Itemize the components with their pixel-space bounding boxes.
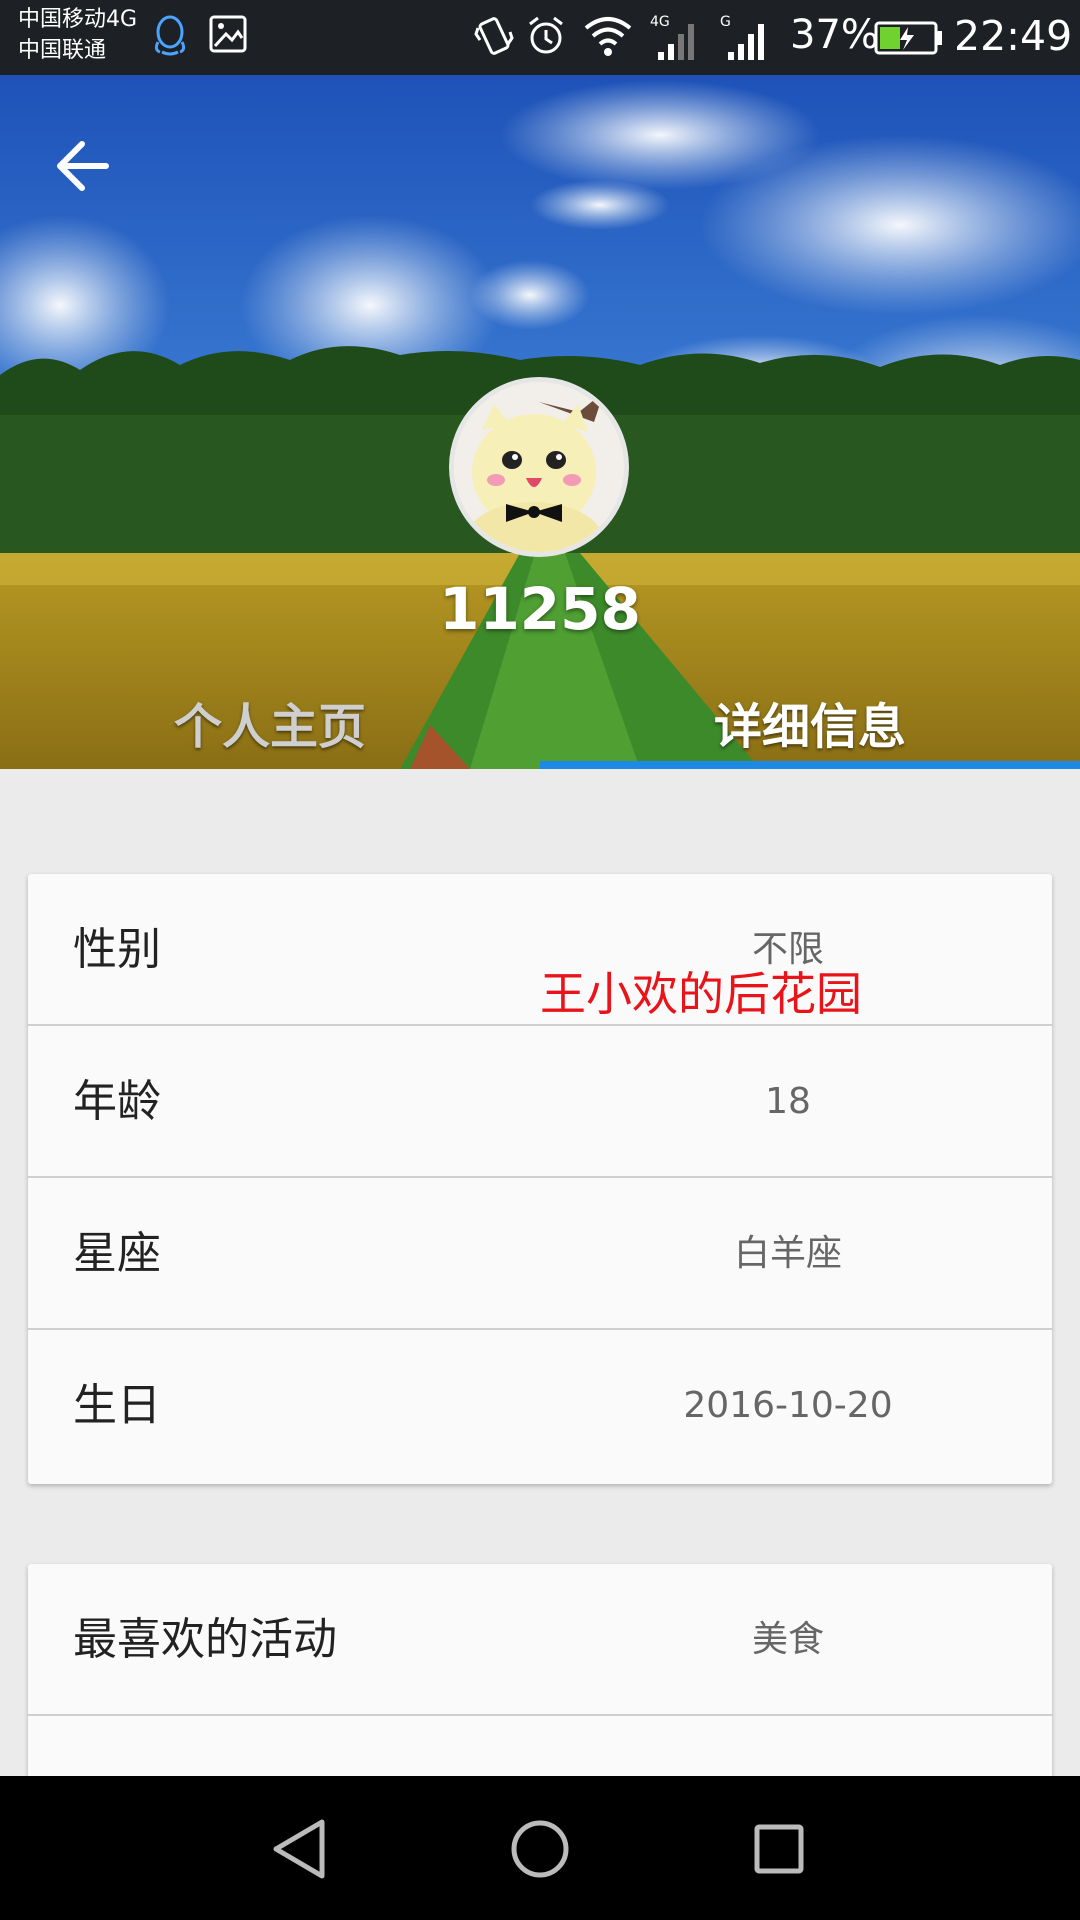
row-label: 最喜欢的活动 [73,1614,337,1665]
signal-icon: G [720,14,764,60]
gallery-icon [209,15,247,53]
watermark-text: 王小欢的后花园 [540,967,862,1021]
profile-header: 11258 个人主页 详细信息 [0,75,1080,769]
row-value: 18 [765,1081,811,1122]
row-label: 性别 [73,924,161,975]
battery-percent: 37% [790,12,879,58]
qq-icon [154,15,186,56]
row-label: 年龄 [73,1076,161,1127]
row-value: 白羊座 [733,1233,842,1274]
carrier-info: 中国移动4G 中国联通 [18,4,137,66]
favorites-card: 最喜欢的活动 美食 [28,1564,1052,1804]
detail-row-age[interactable]: 年龄 18 [28,1026,1052,1178]
detail-row-favorite-activity[interactable]: 最喜欢的活动 美食 [28,1564,1052,1716]
active-tab-indicator [540,761,1080,769]
detail-row-zodiac[interactable]: 星座 白羊座 [28,1178,1052,1330]
cat-plush-image [454,382,624,552]
nav-back-icon[interactable] [256,1804,346,1894]
system-nav-bar [0,1776,1080,1920]
nav-home-icon[interactable] [495,1804,585,1894]
tab-detailed-info[interactable]: 详细信息 [540,685,1080,769]
clock: 22:49 [954,12,1073,60]
network-label-1: 4G [650,14,670,30]
back-button[interactable] [48,130,120,202]
carrier-1: 中国移动4G [18,7,138,32]
username: 11258 [439,575,641,643]
alarm-icon [529,16,563,54]
signal-icon: 4G [650,14,694,60]
network-label-2: G [720,14,731,30]
battery-charging-icon [874,21,942,55]
wifi-icon [584,17,632,56]
carrier-2: 中国联通 [18,38,107,63]
row-label: 生日 [73,1380,161,1431]
row-value: 2016-10-20 [683,1385,893,1426]
tab-personal-homepage[interactable]: 个人主页 [0,685,540,769]
arrow-left-icon [57,141,109,191]
detail-row-birthday[interactable]: 生日 2016-10-20 [28,1330,1052,1482]
avatar[interactable] [449,377,629,557]
nav-recents-icon[interactable] [734,1804,824,1894]
row-value: 美食 [751,1619,824,1660]
status-bar: 中国移动4G 中国联通 4G G 37% 22:49 [0,0,1080,75]
vibrate-icon [474,17,514,55]
row-label: 星座 [73,1228,161,1279]
